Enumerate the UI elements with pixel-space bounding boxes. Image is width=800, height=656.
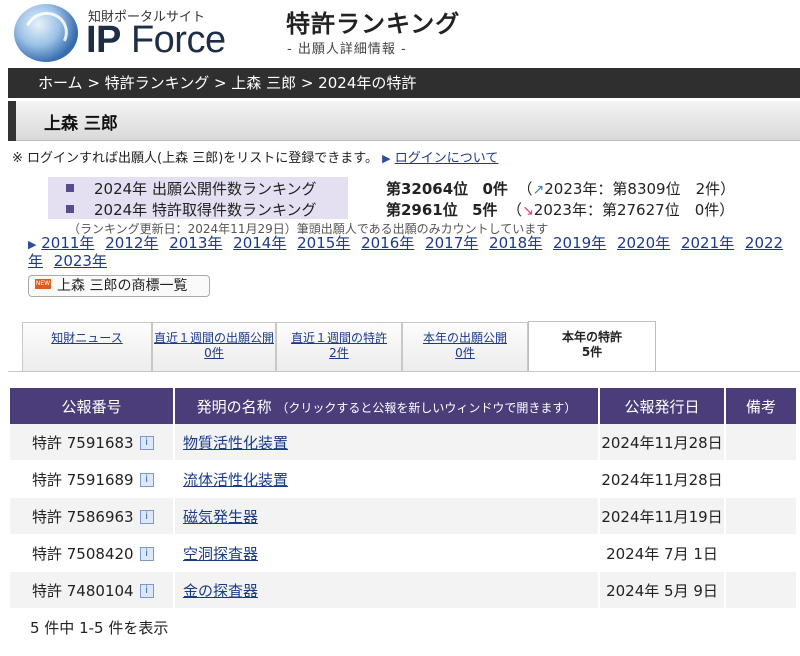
remarks-cell	[726, 424, 796, 461]
patent-number: 特許 7480104	[32, 581, 134, 600]
patent-title-link[interactable]: 空洞探査器	[183, 545, 258, 563]
remarks-cell	[726, 461, 796, 498]
year-link-2018[interactable]: 2018年	[489, 234, 542, 252]
header-remarks: 備考	[726, 388, 796, 424]
patent-number: 特許 7591689	[32, 470, 134, 489]
link-arrow-icon: ▶	[382, 152, 391, 165]
ranking-value-patent: 第2961位 5件 （↘2023年：第27627位 0件）	[386, 201, 735, 219]
page-subtitle: - 出願人詳細情報 -	[287, 42, 407, 57]
tab-year-publications[interactable]: 本年の出願公開 0件	[402, 322, 528, 372]
ranking-label-publication: 2024年 出願公開件数ランキング	[66, 178, 317, 199]
ranking-value-publication: 第32064位 0件 （↗2023年：第8309位 2件）	[386, 180, 736, 198]
info-icon[interactable]: i	[139, 510, 154, 524]
year-link-2019[interactable]: 2019年	[553, 234, 606, 252]
year-link-2014[interactable]: 2014年	[233, 234, 286, 252]
remarks-cell	[726, 572, 796, 609]
publication-date: 2024年 7月 1日	[600, 535, 726, 572]
logo-wordmark[interactable]: IP Force	[86, 20, 226, 60]
year-link-2013[interactable]: 2013年	[169, 234, 222, 252]
table-row: 特許 7586963 i 磁気発生器 2024年11月19日	[10, 498, 796, 535]
year-links: ▶ 2011年 2012年 2013年 2014年 2015年 2016年 20…	[28, 235, 798, 269]
remarks-cell	[726, 535, 796, 572]
result-summary: 5 件中 1-5 件を表示	[30, 619, 169, 637]
login-info-link[interactable]: ログインについて	[395, 151, 499, 166]
info-icon[interactable]: i	[139, 436, 154, 450]
patent-title-link[interactable]: 物質活性化装置	[183, 434, 288, 452]
site-header: 知財ポータルサイト IP Force 特許ランキング - 出願人詳細情報 -	[0, 0, 800, 68]
patent-title-link[interactable]: 流体活性化装置	[183, 471, 288, 489]
header-number: 公報番号	[10, 388, 175, 424]
login-note: ※ ログインすれば出願人(上森 三郎)をリストに登録できます。 ▶ ログインにつ…	[12, 151, 499, 166]
ranking-label-patent: 2024年 特許取得件数ランキング	[66, 199, 317, 220]
header-title: 発明の名称 （クリックすると公報を新しいウィンドウで開きます）	[175, 388, 600, 424]
tab-week-publications[interactable]: 直近１週間の出願公開 0件	[152, 322, 276, 372]
patent-title-link[interactable]: 金の探査器	[183, 582, 258, 600]
info-icon[interactable]: i	[139, 584, 154, 598]
applicant-name-bar: 上森 三郎	[8, 101, 800, 141]
year-link-2021[interactable]: 2021年	[681, 234, 734, 252]
patent-number: 特許 7591683	[32, 433, 134, 452]
tab-week-patents[interactable]: 直近１週間の特許 2件	[276, 322, 402, 372]
year-link-2023[interactable]: 2023年	[54, 252, 107, 270]
year-link-2016[interactable]: 2016年	[361, 234, 414, 252]
year-arrow-icon: ▶	[28, 238, 37, 251]
info-icon[interactable]: i	[139, 473, 154, 487]
remarks-cell	[726, 498, 796, 535]
tab-year-patents[interactable]: 本年の特許 5件	[528, 321, 656, 372]
publication-date: 2024年11月19日	[600, 498, 726, 535]
trend-up-icon: ↗	[532, 182, 545, 198]
year-link-2012[interactable]: 2012年	[105, 234, 158, 252]
page-title: 特許ランキング	[286, 10, 461, 38]
applicant-name: 上森 三郎	[44, 114, 118, 134]
year-link-2011[interactable]: 2011年	[41, 234, 94, 252]
year-link-2020[interactable]: 2020年	[617, 234, 670, 252]
tab-divider	[8, 371, 800, 372]
ipforce-logo-icon[interactable]	[14, 4, 78, 62]
publication-date: 2024年11月28日	[600, 461, 726, 498]
table-row: 特許 7591689 i 流体活性化装置 2024年11月28日	[10, 461, 796, 498]
publication-date: 2024年11月28日	[600, 424, 726, 461]
year-link-2017[interactable]: 2017年	[425, 234, 478, 252]
tab-ip-news[interactable]: 知財ニュース	[22, 322, 152, 372]
trademark-list-button[interactable]: NEW 上森 三郎の商標一覧	[28, 275, 210, 297]
patent-table: 公報番号 発明の名称 （クリックすると公報を新しいウィンドウで開きます） 公報発…	[10, 388, 796, 609]
year-link-2015[interactable]: 2015年	[297, 234, 350, 252]
patent-number: 特許 7586963	[32, 507, 134, 526]
new-badge-icon: NEW	[35, 279, 51, 289]
table-row: 特許 7591683 i 物質活性化装置 2024年11月28日	[10, 424, 796, 461]
patent-title-link[interactable]: 磁気発生器	[183, 508, 258, 526]
breadcrumb[interactable]: ホーム > 特許ランキング > 上森 三郎 > 2024年の特許	[8, 68, 800, 98]
header-date: 公報発行日	[600, 388, 726, 424]
patent-number: 特許 7508420	[32, 544, 134, 563]
info-icon[interactable]: i	[139, 547, 154, 561]
publication-date: 2024年 5月 9日	[600, 572, 726, 609]
table-row: 特許 7508420 i 空洞探査器 2024年 7月 1日	[10, 535, 796, 572]
trend-down-icon: ↘	[522, 203, 534, 219]
table-row: 特許 7480104 i 金の探査器 2024年 5月 9日	[10, 572, 796, 609]
